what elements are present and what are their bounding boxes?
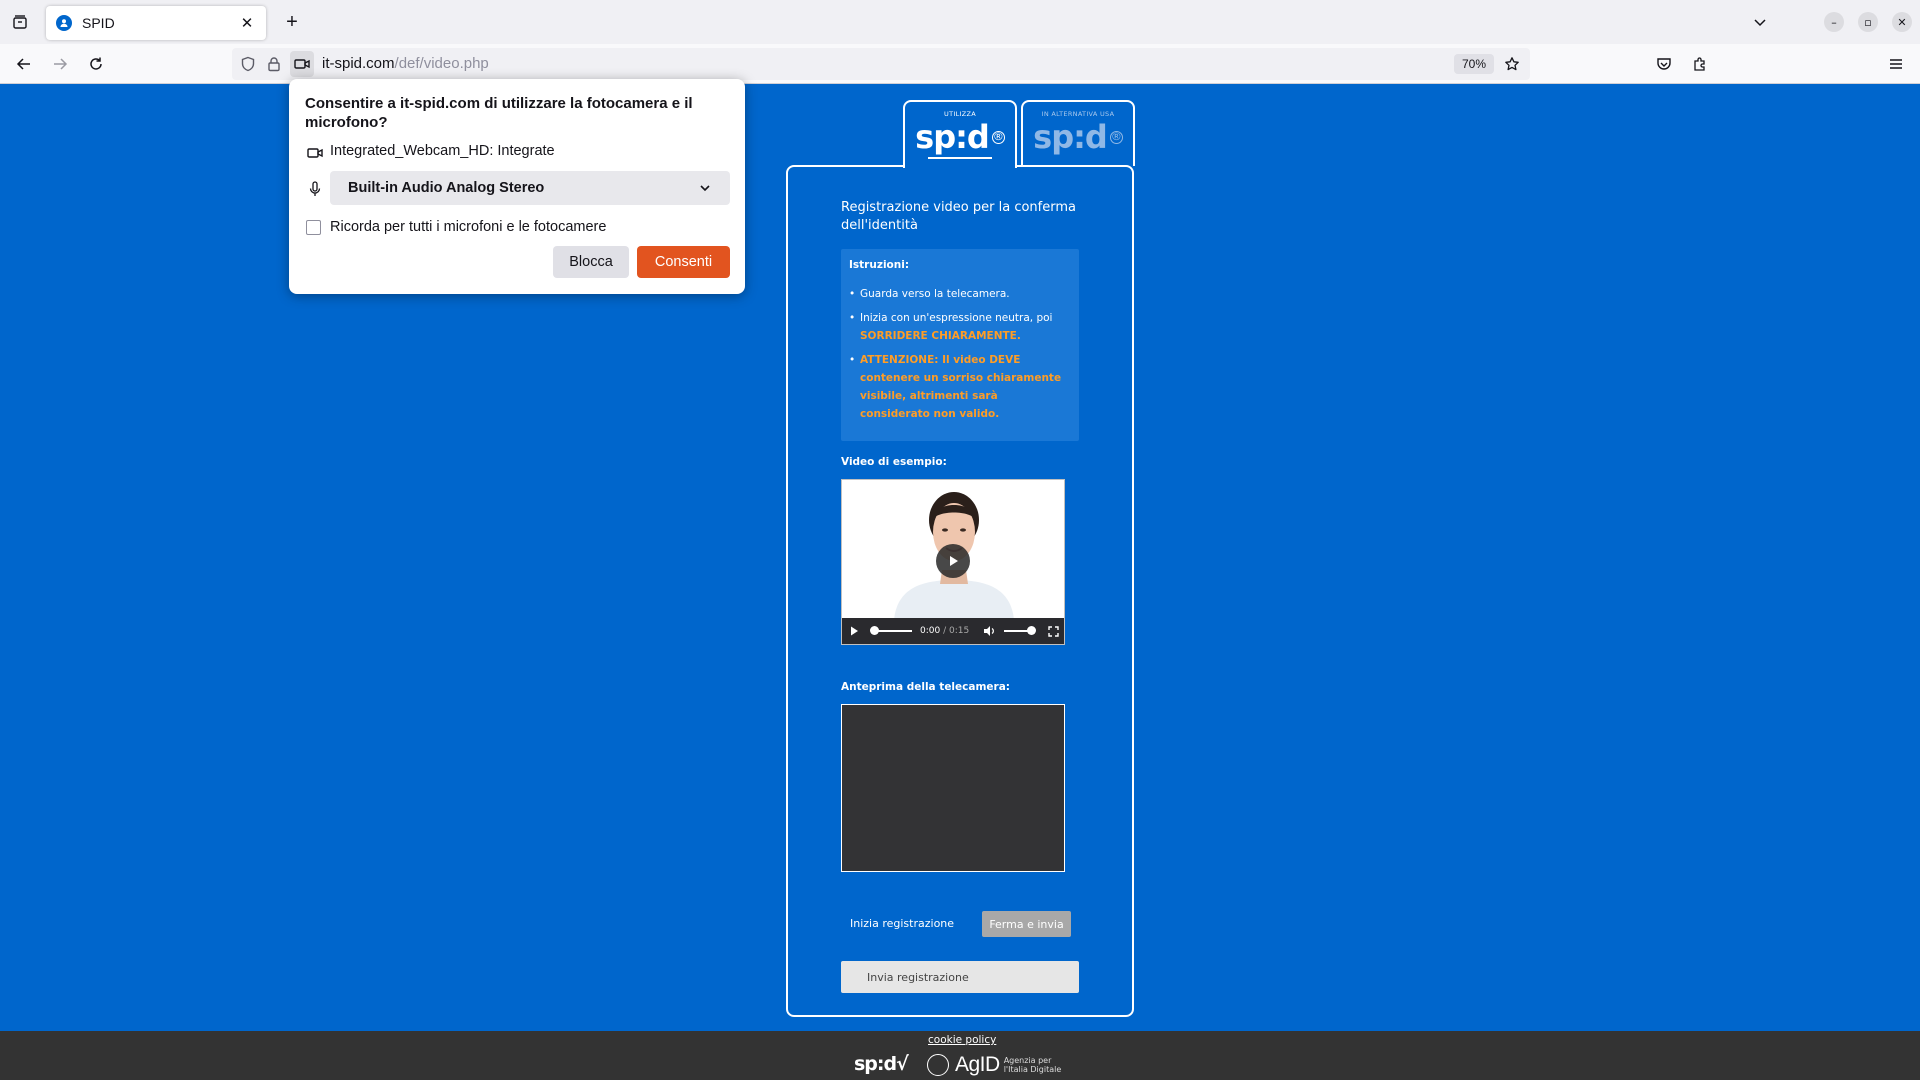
star-icon[interactable] — [1502, 54, 1522, 74]
instruction-item: Guarda verso la telecamera. — [849, 285, 1071, 303]
close-icon[interactable]: ✕ — [238, 14, 256, 32]
url-path: /def/video.php — [394, 55, 489, 72]
chevron-down-icon — [698, 181, 712, 195]
stop-and-send-button[interactable]: Ferma e invia — [982, 911, 1071, 937]
video-progress-slider[interactable] — [870, 625, 912, 637]
video-controls: 0:00 / 0:15 — [842, 618, 1064, 644]
window-close-icon[interactable]: ✕ — [1892, 12, 1912, 32]
video-time: 0:00 / 0:15 — [920, 626, 969, 636]
spid-logo-text: sp:d — [915, 118, 990, 156]
registered-icon: ® — [991, 130, 1005, 144]
reload-icon[interactable] — [84, 52, 108, 76]
instructions-heading: Istruzioni: — [849, 259, 910, 271]
instruction-item: Inizia con un'espressione neutra, poi SO… — [849, 309, 1071, 345]
microphone-select-value: Built-in Audio Analog Stereo — [348, 180, 545, 196]
remember-checkbox[interactable] — [306, 220, 321, 235]
video-time-current: 0:00 — [920, 626, 941, 636]
lock-icon[interactable] — [264, 54, 284, 74]
shield-icon[interactable] — [238, 54, 258, 74]
zoom-level[interactable]: 70% — [1454, 54, 1495, 74]
navigation-bar: it-spid.com/def/video.php 70% — [0, 44, 1920, 84]
instruction-text: Inizia con un'espressione neutra, poi — [860, 312, 1053, 324]
microphone-select[interactable]: Built-in Audio Analog Stereo — [330, 171, 730, 205]
footer-agid-logo: AgID Agenzia per l'Italia Digitale — [927, 1053, 1064, 1077]
plus-icon[interactable]: + — [280, 10, 304, 34]
fullscreen-icon[interactable] — [1048, 625, 1059, 637]
volume-slider[interactable] — [1004, 625, 1037, 637]
spid-tab-active[interactable]: UTILIZZA sp:d ® — [903, 100, 1017, 168]
block-button[interactable]: Blocca — [553, 246, 629, 278]
instructions-list: Guarda verso la telecamera. Inizia con u… — [849, 285, 1071, 423]
url-text[interactable]: it-spid.com/def/video.php — [322, 55, 489, 72]
url-domain: it-spid.com — [322, 55, 395, 72]
start-recording-button[interactable]: Inizia registrazione — [850, 917, 954, 930]
instruction-warning: ATTENZIONE: Il video DEVE contenere un s… — [849, 351, 1071, 423]
agid-emblem-icon — [927, 1054, 949, 1076]
permission-popup: Consentire a it-spid.com di utilizzare l… — [289, 79, 745, 294]
hamburger-menu-icon[interactable] — [1884, 52, 1908, 76]
tab-spid[interactable]: SPID ✕ — [46, 6, 266, 40]
tab-title: SPID — [82, 15, 115, 31]
example-video-label: Video di esempio: — [841, 456, 947, 468]
puzzle-icon[interactable] — [1688, 52, 1712, 76]
volume-icon[interactable] — [983, 625, 996, 637]
registered-icon: ® — [1109, 130, 1123, 144]
example-video-player[interactable]: 0:00 / 0:15 — [841, 479, 1065, 645]
allow-button[interactable]: Consenti — [637, 246, 730, 278]
warning-text: ATTENZIONE: Il video DEVE contenere un s… — [860, 354, 1062, 420]
active-tab-underline — [928, 157, 992, 159]
remember-checkbox-label[interactable]: Ricorda per tutti i microfoni e le fotoc… — [330, 219, 606, 235]
spid-logo-text: sp:d — [1033, 118, 1108, 156]
tabs-list-icon[interactable] — [8, 10, 32, 34]
url-bar[interactable]: it-spid.com/def/video.php 70% — [232, 48, 1530, 80]
instruction-highlight: SORRIDERE CHIARAMENTE. — [860, 330, 1021, 342]
video-time-duration: / 0:15 — [943, 626, 970, 636]
footer: cookie policy sp:d√ AgID Agenzia per l'I… — [0, 1031, 1920, 1080]
instructions-box: Istruzioni: Guarda verso la telecamera. … — [841, 249, 1079, 441]
submit-recording-button[interactable]: Invia registrazione — [841, 961, 1079, 993]
cookie-policy-link[interactable]: cookie policy — [928, 1034, 996, 1046]
footer-spid-logo: sp:d√ — [854, 1053, 909, 1075]
camera-device-label: Integrated_Webcam_HD: Integrate — [330, 143, 555, 159]
chevron-down-icon[interactable] — [1748, 10, 1772, 34]
camera-preview-label: Anteprima della telecamera: — [841, 681, 1010, 693]
instruction-text: Guarda verso la telecamera. — [860, 288, 1010, 300]
agid-word: AgID — [955, 1053, 1000, 1076]
back-arrow-icon[interactable] — [12, 52, 36, 76]
minimize-icon[interactable]: – — [1824, 12, 1844, 32]
microphone-icon — [306, 180, 324, 198]
forward-arrow-icon[interactable] — [48, 52, 72, 76]
spid-tab-alternative[interactable]: IN ALTERNATIVA USA sp:d ® — [1021, 100, 1135, 166]
spid-logo: sp:d ® — [1033, 119, 1123, 155]
camera-preview — [841, 704, 1065, 872]
restore-icon[interactable]: ▫ — [1858, 12, 1878, 32]
pocket-icon[interactable] — [1652, 52, 1676, 76]
spid-logo: sp:d ® — [915, 119, 1005, 155]
camera-icon — [306, 144, 324, 162]
user-shield-icon — [56, 15, 72, 31]
page-title: Registrazione video per la conferma dell… — [841, 200, 1076, 233]
play-icon[interactable] — [848, 625, 860, 637]
tab-bar: SPID ✕ + – ▫ ✕ — [0, 0, 1920, 44]
play-icon[interactable] — [936, 544, 970, 578]
video-registration-panel: Registrazione video per la conferma dell… — [786, 165, 1134, 1017]
camera-icon[interactable] — [290, 51, 314, 77]
agid-subtitle: Agenzia per l'Italia Digitale — [1003, 1056, 1062, 1074]
permission-title: Consentire a it-spid.com di utilizzare l… — [305, 95, 693, 131]
